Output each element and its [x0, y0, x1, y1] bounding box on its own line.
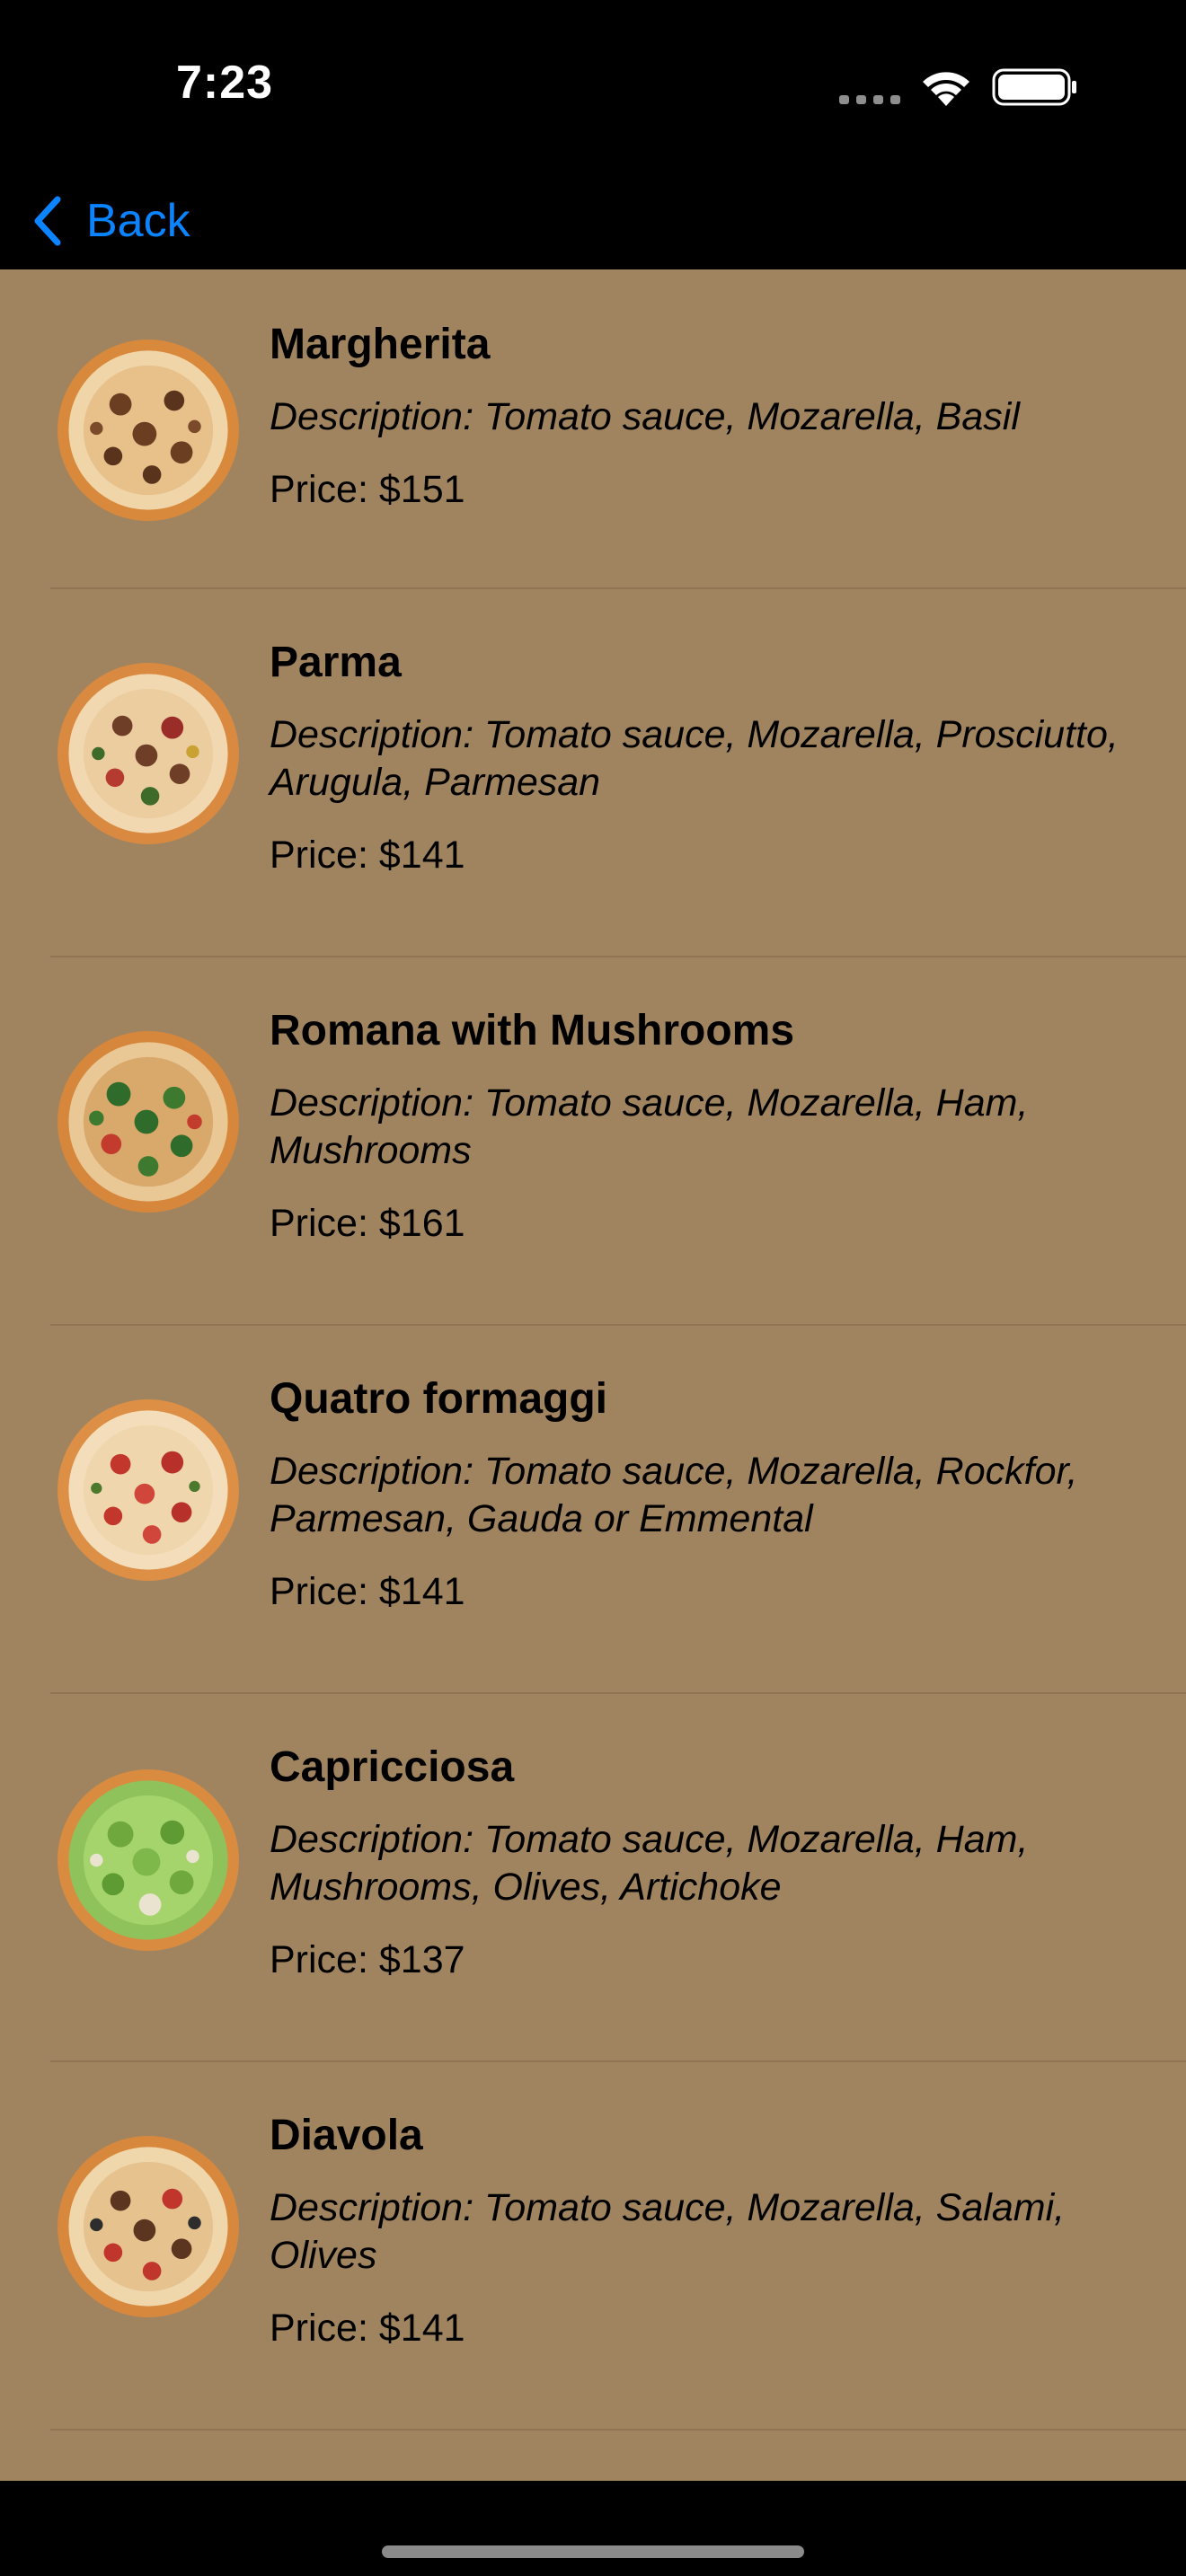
- pizza-price: Price: $141: [270, 834, 465, 877]
- pizza-photo: [58, 2136, 239, 2317]
- pizza-text: Parma Description: Tomato sauce, Mozarel…: [270, 636, 1150, 879]
- pizza-name: Diavola: [270, 2112, 423, 2159]
- list-item[interactable]: Romana with Mushrooms Description: Tomat…: [0, 957, 1186, 1326]
- pizza-description: Description: Tomato sauce, Mozarella, Ba…: [270, 395, 1020, 438]
- pizza-photo: [58, 1769, 239, 1951]
- pizza-text: Quatro formaggi Description: Tomato sauc…: [270, 1372, 1150, 1616]
- back-label: Back: [86, 195, 190, 247]
- pizza-text: Margherita Description: Tomato sauce, Mo…: [270, 318, 1150, 514]
- pizza-price: Price: $161: [270, 1202, 465, 1245]
- pizza-text: Diavola Description: Tomato sauce, Mozar…: [270, 2109, 1150, 2352]
- pizza-photo: [58, 1031, 239, 1213]
- home-indicator-area: [0, 2481, 1186, 2576]
- battery-icon: [992, 68, 1076, 106]
- pizza-description: Description: Tomato sauce, Mozarella, Ha…: [270, 1818, 1029, 1909]
- list-item[interactable]: Quatro formaggi Description: Tomato sauc…: [0, 1326, 1186, 1694]
- back-button[interactable]: Back: [31, 185, 190, 257]
- pizza-text: Romana with Mushrooms Description: Tomat…: [270, 1004, 1150, 1248]
- list-item[interactable]: Margherita Description: Tomato sauce, Mo…: [0, 269, 1186, 589]
- pizza-description: Description: Tomato sauce, Mozarella, Ro…: [270, 1450, 1078, 1540]
- cellular-signal-icon: [839, 95, 900, 104]
- pizza-name: Romana with Mushrooms: [270, 1007, 795, 1054]
- pizza-text: Capricciosa Description: Tomato sauce, M…: [270, 1741, 1150, 1984]
- list-item[interactable]: Capricciosa Description: Tomato sauce, M…: [0, 1694, 1186, 2062]
- pizza-price: Price: $137: [270, 1938, 465, 1981]
- pizza-photo: [58, 663, 239, 844]
- list-item[interactable]: Parma Description: Tomato sauce, Mozarel…: [0, 589, 1186, 957]
- list-item[interactable]: Diavola Description: Tomato sauce, Mozar…: [0, 2062, 1186, 2430]
- pizza-list[interactable]: Margherita Description: Tomato sauce, Mo…: [0, 269, 1186, 2481]
- row-separator: [50, 2429, 1186, 2430]
- pizza-description: Description: Tomato sauce, Mozarella, Ha…: [270, 1081, 1029, 1172]
- home-indicator[interactable]: [382, 2545, 804, 2558]
- chevron-left-icon: [34, 196, 61, 246]
- pizza-name: Quatro formaggi: [270, 1375, 608, 1423]
- wifi-icon: [923, 72, 969, 106]
- pizza-photo: [58, 340, 239, 521]
- pizza-description: Description: Tomato sauce, Mozarella, Sa…: [270, 2186, 1066, 2277]
- pizza-price: Price: $141: [270, 1570, 465, 1613]
- phone-screen: 7:23 Back Margherita Description: Tomato…: [0, 0, 1186, 2576]
- pizza-price: Price: $141: [270, 2307, 465, 2350]
- pizza-price: Price: $151: [270, 468, 465, 511]
- pizza-name: Parma: [270, 639, 402, 686]
- status-bar: 7:23: [0, 0, 1186, 171]
- pizza-photo: [58, 1399, 239, 1581]
- pizza-description: Description: Tomato sauce, Mozarella, Pr…: [270, 713, 1119, 804]
- status-time: 7:23: [175, 57, 274, 109]
- pizza-name: Margherita: [270, 321, 491, 368]
- navigation-bar: Back: [0, 171, 1186, 269]
- pizza-name: Capricciosa: [270, 1743, 515, 1791]
